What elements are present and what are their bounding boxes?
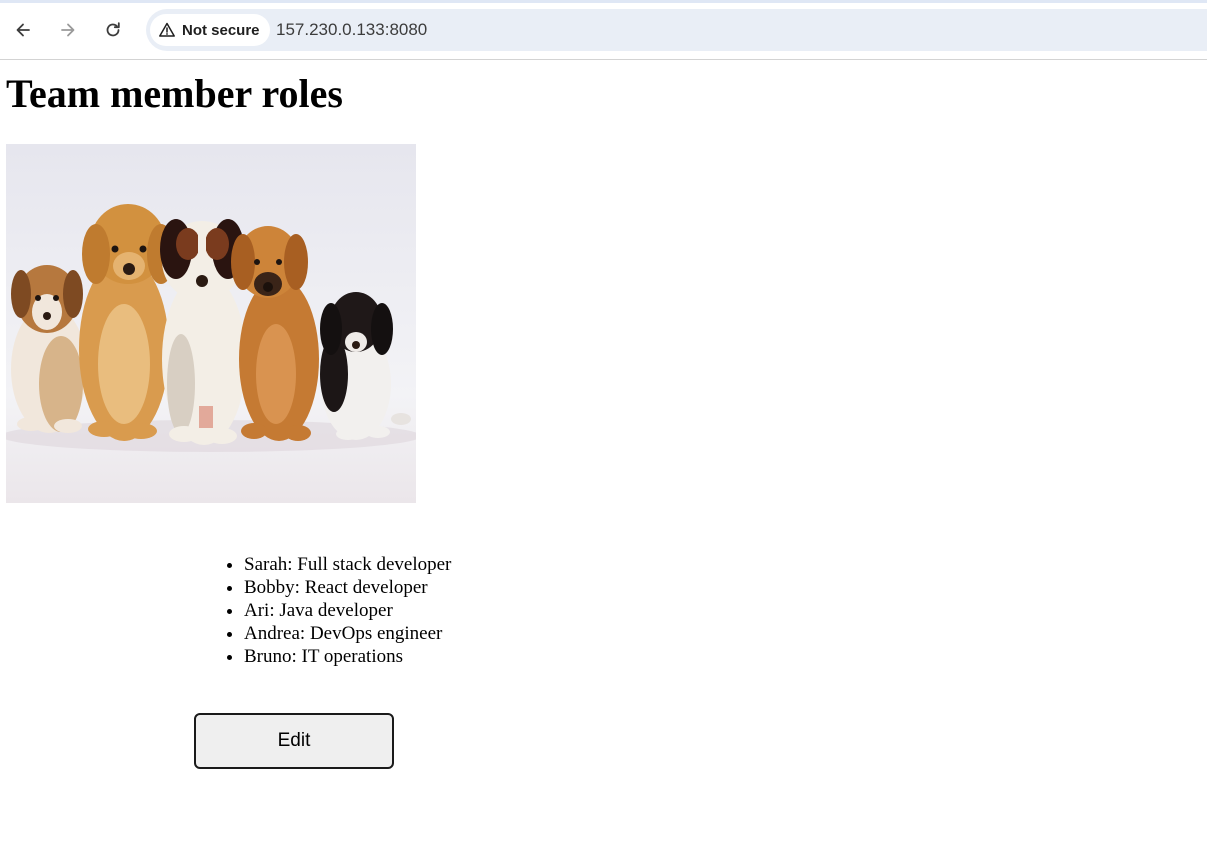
list-item: Bobby: React developer [244,576,451,599]
forward-arrow-icon [61,23,75,37]
forward-button[interactable] [52,14,84,46]
puppy-1 [11,265,87,433]
list-item: Ari: Java developer [244,599,451,622]
list-item: Sarah: Full stack developer [244,553,451,576]
list-item: Andrea: DevOps engineer [244,622,451,645]
back-arrow-icon [16,23,30,37]
puppies-image [6,144,416,503]
url-text[interactable]: 157.230.0.133:8080 [276,20,427,40]
reload-button[interactable] [97,14,129,46]
roles-list: Sarah: Full stack developer Bobby: React… [204,553,451,668]
page-title: Team member roles [6,71,343,116]
site-security-chip[interactable]: Not secure [150,14,270,46]
browser-toolbar: Not secure 157.230.0.133:8080 [0,0,1207,60]
team-photo [6,144,416,503]
security-label: Not secure [182,21,260,39]
edit-button[interactable]: Edit [194,713,394,769]
back-button[interactable] [7,14,39,46]
toolbar-top-border [0,0,1207,3]
warning-triangle-icon [159,22,175,37]
reload-icon [106,22,120,37]
list-item: Bruno: IT operations [244,645,451,668]
address-bar[interactable]: Not secure 157.230.0.133:8080 [146,9,1207,51]
